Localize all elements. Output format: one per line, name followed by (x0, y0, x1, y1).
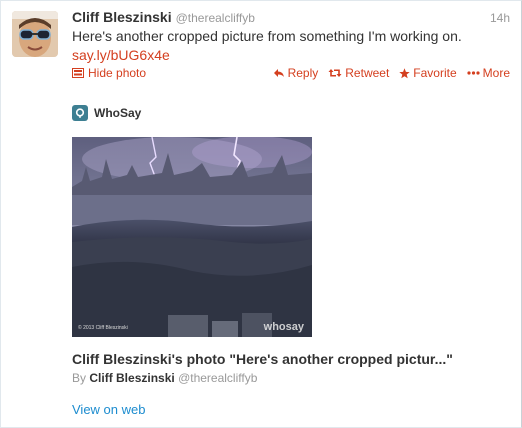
retweet-icon (328, 69, 342, 77)
byline-author-handle[interactable]: @therealcliffyb (178, 371, 257, 385)
tweet: Cliff Bleszinski @therealcliffyb 14h Here… (0, 0, 522, 428)
author-username[interactable]: @therealcliffyb (176, 11, 255, 25)
more-button[interactable]: More (467, 66, 510, 80)
avatar[interactable] (12, 11, 58, 57)
tweet-timestamp[interactable]: 14h (490, 11, 510, 25)
reply-label: Reply (287, 66, 319, 80)
retweet-label: Retweet (345, 66, 390, 80)
hide-photo-label: Hide photo (88, 66, 147, 80)
reply-icon (273, 69, 284, 77)
byline-prefix: By (72, 371, 87, 385)
card-source[interactable]: WhoSay (72, 105, 141, 121)
card-source-name: WhoSay (94, 106, 142, 120)
card-photo-title[interactable]: Cliff Bleszinski's photo "Here's another… (72, 351, 512, 367)
tweet-text: Here's another cropped picture from some… (72, 27, 512, 65)
tweet-actions: Hide photo Reply Retweet Favorite More (72, 66, 512, 82)
byline-author-name[interactable]: Cliff Bleszinski (89, 371, 174, 385)
card-byline: By Cliff Bleszinski @therealcliffyb (72, 371, 257, 385)
photo-icon (72, 68, 84, 78)
favorite-button[interactable]: Favorite (399, 66, 457, 80)
star-icon (399, 67, 410, 78)
tweet-header: Cliff Bleszinski @therealcliffyb 14h (72, 9, 512, 27)
author-fullname[interactable]: Cliff Bleszinski (72, 9, 172, 25)
photo-copyright: © 2013 Cliff Bleszinski (78, 325, 128, 331)
hide-photo-button[interactable]: Hide photo (72, 66, 146, 80)
whosay-logo-icon (72, 105, 88, 121)
card-photo[interactable]: © 2013 Cliff Bleszinski whosay (72, 137, 312, 337)
tweet-link[interactable]: say.ly/bUG6x4e (72, 47, 170, 63)
favorite-label: Favorite (413, 66, 457, 80)
view-on-web-link[interactable]: View on web (72, 402, 145, 417)
more-dots-icon (467, 71, 480, 75)
tweet-body: Here's another cropped picture from some… (72, 28, 462, 44)
photo-watermark: whosay (263, 321, 304, 333)
retweet-button[interactable]: Retweet (328, 66, 389, 80)
reply-button[interactable]: Reply (273, 66, 319, 80)
more-label: More (482, 66, 510, 80)
